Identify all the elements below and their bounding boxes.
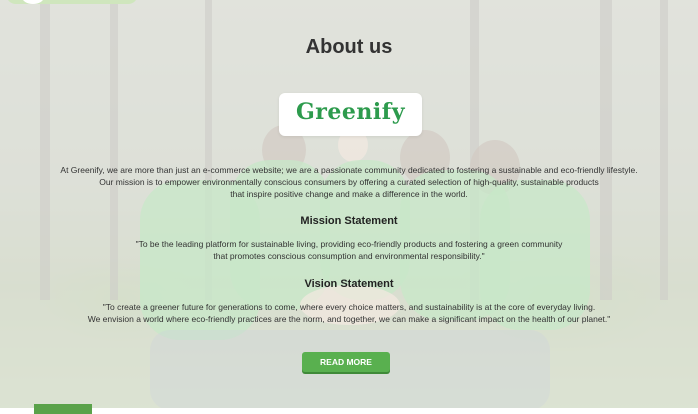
intro-line-3: that inspire positive change and make a … — [230, 189, 468, 199]
logo-card: Greenify — [279, 93, 422, 136]
about-section: About us Greenify At Greenify, we are mo… — [0, 0, 698, 408]
intro-line-2: Our mission is to empower environmentall… — [99, 177, 599, 187]
page-title: About us — [305, 36, 393, 58]
mission-line-1: "To be the leading platform for sustaina… — [135, 239, 563, 249]
mission-heading: Mission Statement — [300, 215, 398, 227]
vision-line-2: We envision a world where eco-friendly p… — [87, 314, 611, 324]
mission-line-2: that promotes conscious consumption and … — [213, 251, 485, 261]
vision-heading: Vision Statement — [304, 278, 394, 290]
read-more-button[interactable]: READ MORE — [302, 352, 390, 372]
intro-line-1: At Greenify, we are more than just an e-… — [60, 165, 638, 175]
greenify-logo: Greenify — [296, 99, 405, 125]
vision-line-1: "To create a greener future for generati… — [102, 302, 596, 312]
